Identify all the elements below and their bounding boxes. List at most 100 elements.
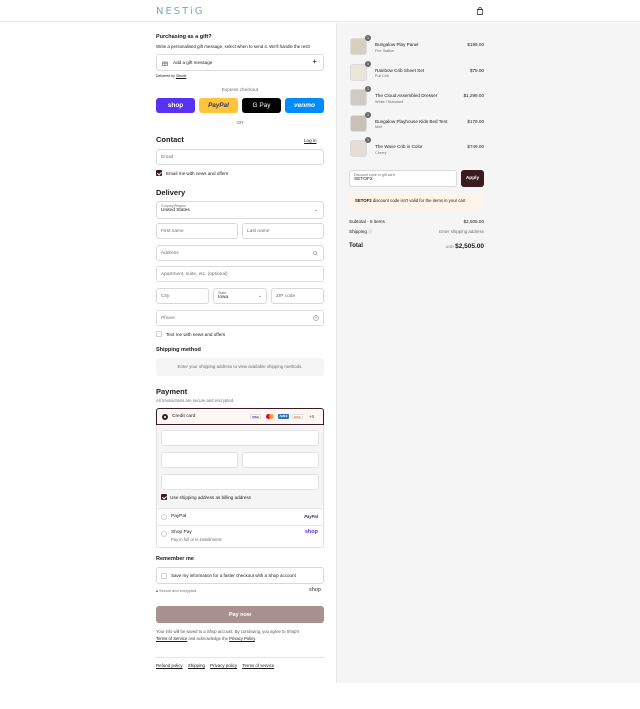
product-variant: Full Crib bbox=[375, 74, 390, 78]
zip-field[interactable]: ZIP code bbox=[271, 288, 324, 304]
venmo-express-button[interactable]: venmo bbox=[285, 98, 324, 113]
store-logo[interactable]: NESTiG bbox=[156, 6, 204, 17]
plus-icon: + bbox=[312, 57, 317, 66]
credit-card-option[interactable]: Credit card VISA AMEX DISC +4 bbox=[156, 408, 324, 425]
product-price: $1,299.00 bbox=[463, 93, 484, 98]
subtotal-value: $2,505.00 bbox=[463, 219, 484, 224]
state-select[interactable]: State Iowa ⌄ bbox=[213, 288, 267, 304]
product-price: $749.00 bbox=[467, 144, 484, 149]
billing-address-label: Use shipping address as billing address bbox=[170, 495, 251, 500]
privacy-policy-link[interactable]: Privacy policy bbox=[210, 663, 237, 668]
product-name: The Wave Crib in Color bbox=[375, 144, 423, 149]
pay-now-button[interactable]: Pay now bbox=[156, 606, 324, 623]
quantity-badge: 1 bbox=[365, 60, 371, 67]
legal-text: Your info will be saved to a Shop accoun… bbox=[156, 629, 324, 642]
product-price: $179.00 bbox=[467, 118, 484, 124]
paypal-logo: PayPal bbox=[304, 514, 318, 519]
delivery-heading: Delivery bbox=[156, 188, 186, 197]
discount-code-field[interactable]: Discount code or gift card SETOF2 bbox=[349, 170, 457, 187]
terms-of-service-link[interactable]: Terms of service bbox=[242, 663, 274, 668]
search-icon bbox=[313, 251, 318, 256]
product-thumbnail bbox=[350, 38, 367, 55]
paypal-option[interactable]: PayPal PayPal bbox=[156, 508, 324, 525]
billing-address-checkbox[interactable] bbox=[161, 494, 167, 500]
svg-text:?: ? bbox=[315, 316, 317, 320]
product-thumbnail bbox=[350, 63, 367, 81]
last-name-field[interactable]: Last name bbox=[242, 223, 324, 239]
shop-pay-express-button[interactable]: shop bbox=[156, 98, 195, 113]
remember-me-heading: Remember me bbox=[156, 556, 194, 562]
log-in-link[interactable]: Log in bbox=[304, 138, 317, 143]
google-pay-express-button[interactable]: G Pay bbox=[242, 98, 281, 113]
product-price: $79.00 bbox=[469, 67, 484, 73]
terms-link[interactable]: Terms of Service bbox=[156, 636, 187, 641]
card-expiry-field[interactable] bbox=[161, 452, 238, 468]
credit-card-radio[interactable] bbox=[162, 414, 168, 420]
shipping-help-icon[interactable]: ⓘ bbox=[368, 229, 372, 234]
privacy-link[interactable]: Privacy Policy bbox=[229, 636, 255, 641]
header: NESTiG bbox=[0, 0, 640, 22]
delivered-by-prefix: Delivered by bbox=[156, 74, 175, 78]
card-number-field[interactable] bbox=[161, 430, 319, 446]
address-field[interactable]: Address bbox=[156, 245, 324, 261]
contact-heading: Contact bbox=[156, 135, 184, 144]
amex-icon: AMEX bbox=[278, 414, 289, 419]
delivered-by-link[interactable]: Gitsuie bbox=[176, 74, 187, 78]
secure-label: Secure and encrypted bbox=[159, 589, 197, 593]
zip-placeholder: ZIP code bbox=[276, 294, 296, 299]
email-field[interactable]: Email bbox=[156, 149, 324, 165]
chevron-down-icon: ⌄ bbox=[313, 207, 318, 213]
shopping-bag-icon[interactable] bbox=[476, 7, 484, 15]
paypal-radio[interactable] bbox=[161, 514, 167, 520]
card-cvc-field[interactable] bbox=[242, 452, 319, 468]
footer-links: Refund policy Shipping Privacy policy Te… bbox=[156, 663, 274, 668]
legal-line: Your info will be saved to a Shop accoun… bbox=[156, 629, 300, 634]
visa-icon: VISA bbox=[250, 414, 261, 419]
apartment-placeholder: Apartment, suite, etc. (optional) bbox=[161, 272, 228, 277]
email-news-checkbox[interactable] bbox=[156, 170, 162, 176]
save-info-label: Save my information for a faster checkou… bbox=[171, 573, 296, 578]
shop-pay-label: Shop Pay bbox=[171, 530, 192, 535]
payment-heading: Payment bbox=[156, 387, 188, 396]
product-name: Bungalow Play Panel bbox=[375, 42, 419, 47]
shop-pay-option[interactable]: Shop Pay Pay in full or in installments … bbox=[156, 525, 324, 548]
text-news-checkbox[interactable] bbox=[156, 331, 162, 337]
quantity-badge: 1 bbox=[365, 111, 371, 118]
footer-divider bbox=[156, 657, 324, 658]
country-value: United States bbox=[161, 208, 190, 213]
shipping-policy-link[interactable]: Shipping bbox=[188, 663, 205, 668]
quantity-badge: 1 bbox=[365, 35, 371, 41]
shop-pay-radio[interactable] bbox=[161, 531, 167, 537]
city-field[interactable]: City bbox=[156, 288, 209, 304]
state-value: Iowa bbox=[218, 295, 229, 300]
product-variant: White / Standard bbox=[375, 99, 404, 104]
apartment-field[interactable]: Apartment, suite, etc. (optional) bbox=[156, 266, 324, 282]
card-name-field[interactable] bbox=[161, 474, 319, 490]
paypal-express-button[interactable]: PayPal bbox=[199, 98, 238, 113]
save-info-checkbox[interactable] bbox=[161, 573, 167, 579]
phone-field[interactable]: Phone ? bbox=[156, 310, 324, 326]
add-gift-message-button[interactable]: Add a gift message + bbox=[156, 54, 324, 71]
first-name-placeholder: First name bbox=[161, 229, 184, 234]
product-variant: Mint bbox=[375, 125, 383, 129]
payment-subtitle: All transactions are secure and encrypte… bbox=[156, 398, 235, 403]
mastercard-icon bbox=[265, 414, 275, 419]
address-placeholder: Address bbox=[161, 251, 179, 256]
help-circle-icon[interactable]: ? bbox=[313, 315, 319, 321]
product-thumbnail bbox=[350, 114, 367, 132]
paypal-label: PayPal bbox=[171, 514, 187, 519]
or-divider: OR bbox=[236, 120, 244, 125]
shipping-method-placeholder: Enter your shipping address to view avai… bbox=[156, 358, 324, 376]
total-label: Total bbox=[349, 243, 363, 249]
country-select[interactable]: Country/Region United States ⌄ bbox=[156, 201, 324, 219]
first-name-field[interactable]: First name bbox=[156, 223, 238, 239]
last-name-placeholder: Last name bbox=[247, 229, 270, 234]
shipping-row-label: Shipping ⓘ bbox=[349, 229, 372, 235]
more-cards-count: +4 bbox=[309, 414, 314, 419]
total-value: $2,505.00 bbox=[455, 243, 484, 250]
subtotal-label: Subtotal · 5 items bbox=[349, 219, 385, 224]
apply-discount-button[interactable]: Apply bbox=[461, 170, 484, 187]
discount-error-banner: SETOF2 discount code isn't valid for the… bbox=[349, 193, 484, 209]
refund-policy-link[interactable]: Refund policy bbox=[156, 663, 183, 668]
shipping-value: Enter shipping address bbox=[439, 229, 484, 234]
